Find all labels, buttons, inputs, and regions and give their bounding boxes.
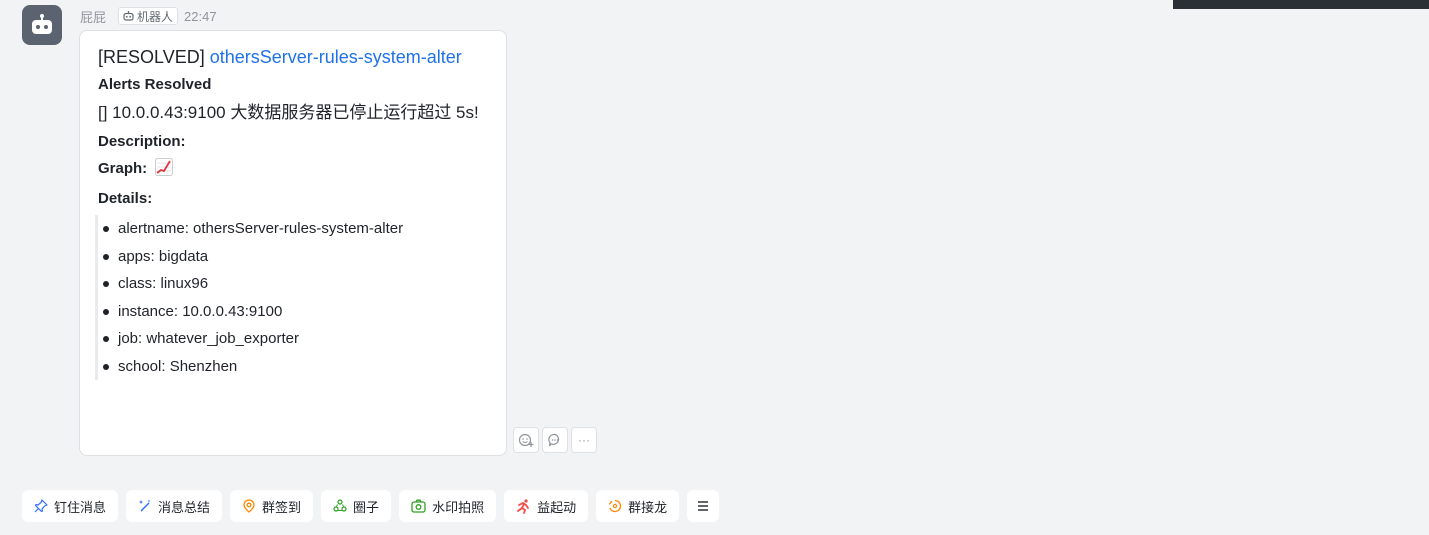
location-pin-icon bbox=[242, 499, 256, 513]
alerts-heading: Alerts Resolved bbox=[98, 76, 212, 93]
detail-item: instance: 10.0.0.43:9100 bbox=[98, 298, 488, 326]
more-apps-button[interactable] bbox=[687, 490, 720, 522]
circle-button[interactable]: 圈子 bbox=[321, 490, 392, 522]
details-list: alertname: othersServer-rules-system-alt… bbox=[95, 215, 488, 380]
sender-name[interactable]: 屁屁 bbox=[80, 7, 106, 26]
message-actions: ··· bbox=[513, 427, 597, 453]
detail-item: apps: bigdata bbox=[98, 243, 488, 271]
pin-icon bbox=[34, 499, 48, 513]
circle-group-icon bbox=[333, 499, 347, 513]
more-dots-icon: ··· bbox=[578, 433, 590, 447]
menu-icon bbox=[696, 499, 710, 513]
pin-message-label: 钉住消息 bbox=[54, 499, 107, 515]
camera-icon bbox=[411, 499, 426, 513]
pin-message-button[interactable]: 钉住消息 bbox=[22, 490, 119, 522]
message-summary-label: 消息总结 bbox=[158, 499, 211, 515]
solitaire-icon bbox=[608, 499, 622, 513]
detail-item: class: linux96 bbox=[98, 270, 488, 298]
group-solitaire-button[interactable]: 群接龙 bbox=[596, 490, 680, 522]
reply-button[interactable] bbox=[542, 427, 568, 453]
top-right-bar bbox=[1173, 0, 1429, 9]
group-solitaire-label: 群接龙 bbox=[628, 499, 668, 515]
more-actions-button[interactable]: ··· bbox=[571, 427, 597, 453]
add-reaction-button[interactable] bbox=[513, 427, 539, 453]
yiqidong-label: 益起动 bbox=[537, 499, 577, 515]
bot-tag: 机器人 bbox=[118, 7, 179, 25]
chart-up-icon[interactable] bbox=[155, 158, 174, 185]
graph-label: Graph: bbox=[98, 160, 148, 177]
watermark-photo-button[interactable]: 水印拍照 bbox=[399, 490, 497, 522]
watermark-photo-label: 水印拍照 bbox=[432, 499, 485, 515]
message-card[interactable]: [RESOLVED] othersServer-rules-system-alt… bbox=[79, 30, 507, 456]
message-title: [RESOLVED] othersServer-rules-system-alt… bbox=[98, 43, 468, 71]
alert-text: [] 10.0.0.43:9100 大数据服务器已停止运行超过 5s! bbox=[98, 103, 479, 122]
running-person-icon bbox=[516, 498, 531, 514]
robot-small-icon bbox=[123, 11, 134, 21]
bot-avatar[interactable] bbox=[22, 5, 62, 45]
robot-icon bbox=[32, 14, 52, 34]
message-meta: 屁屁 机器人 22:47 bbox=[80, 6, 217, 26]
group-toolbar: 钉住消息 消息总结 群签到 圈子 水印拍照 益起动 群接龙 bbox=[22, 490, 720, 522]
message-time: 22:47 bbox=[184, 8, 217, 24]
comment-icon bbox=[548, 433, 560, 447]
group-checkin-button[interactable]: 群签到 bbox=[230, 490, 314, 522]
magic-wand-icon bbox=[138, 499, 152, 513]
yiqidong-button[interactable]: 益起动 bbox=[504, 490, 589, 522]
circle-label: 圈子 bbox=[353, 499, 380, 515]
title-link[interactable]: othersServer-rules-system-alter bbox=[210, 47, 462, 67]
group-checkin-label: 群签到 bbox=[262, 499, 302, 515]
title-status: [RESOLVED] bbox=[98, 47, 205, 67]
emoji-add-icon bbox=[518, 433, 534, 447]
details-label: Details: bbox=[98, 190, 153, 207]
detail-item: job: whatever_job_exporter bbox=[98, 325, 488, 353]
graph-row: Graph: bbox=[98, 155, 488, 185]
detail-item: alertname: othersServer-rules-system-alt… bbox=[98, 215, 488, 243]
description-label: Description: bbox=[98, 133, 186, 150]
message-summary-button[interactable]: 消息总结 bbox=[126, 490, 223, 522]
bot-tag-label: 机器人 bbox=[137, 9, 174, 24]
detail-item: school: Shenzhen bbox=[98, 353, 488, 381]
